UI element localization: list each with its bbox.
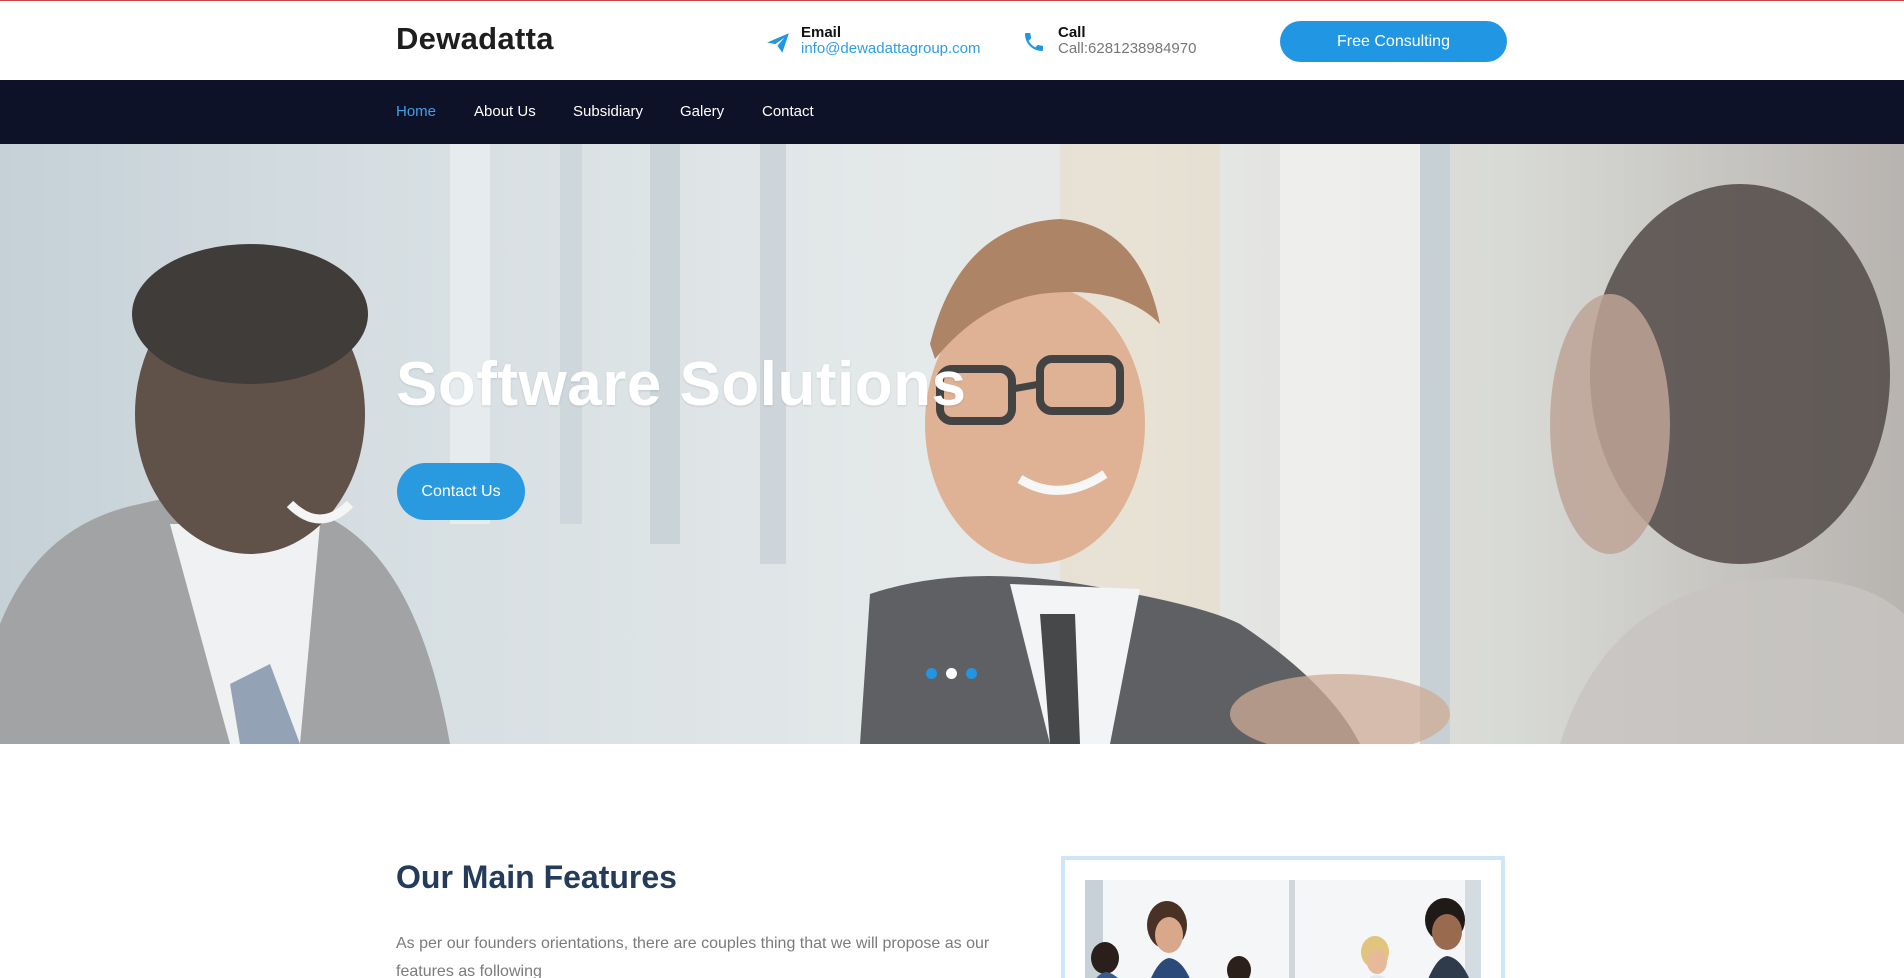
contact-us-button[interactable]: Contact Us [397, 463, 525, 520]
hero-background-photo [0, 144, 1904, 744]
features-team-photo [1085, 880, 1481, 978]
features-title: Our Main Features [396, 859, 677, 895]
free-consulting-button[interactable]: Free Consulting [1280, 21, 1507, 62]
slider-dot-1[interactable] [926, 668, 937, 679]
nav-item-about-us[interactable]: About Us [474, 103, 536, 120]
paper-plane-icon [765, 30, 791, 56]
call-number[interactable]: Call:6281238984970 [1058, 40, 1196, 57]
nav-item-subsidiary[interactable]: Subsidiary [573, 103, 643, 120]
site-logo[interactable]: Dewadatta [396, 21, 554, 57]
call-title: Call [1058, 24, 1086, 41]
call-contact: Call Call:6281238984970 [1022, 22, 1222, 62]
nav-item-home[interactable]: Home [396, 103, 436, 120]
features-description: As per our founders orientations, there … [396, 935, 990, 978]
nav-item-contact[interactable]: Contact [762, 103, 814, 120]
slider-dot-2[interactable] [946, 668, 957, 679]
email-link[interactable]: info@dewadattagroup.com [801, 40, 981, 57]
hero-slider: Software Solutions Contact Us [0, 144, 1904, 744]
email-contact: Email info@dewadattagroup.com [765, 22, 995, 62]
email-title: Email [801, 24, 842, 41]
features-image-frame [1061, 856, 1505, 978]
nav-item-galery[interactable]: Galery [680, 103, 724, 120]
hero-title: Software Solutions [396, 350, 967, 419]
slider-dot-3[interactable] [966, 668, 977, 679]
slider-dots [926, 668, 1006, 680]
main-nav: Home About Us Subsidiary Galery Contact [0, 80, 1904, 144]
top-header: Dewadatta Email info@dewadattagroup.com … [0, 2, 1904, 80]
phone-icon [1022, 30, 1048, 56]
